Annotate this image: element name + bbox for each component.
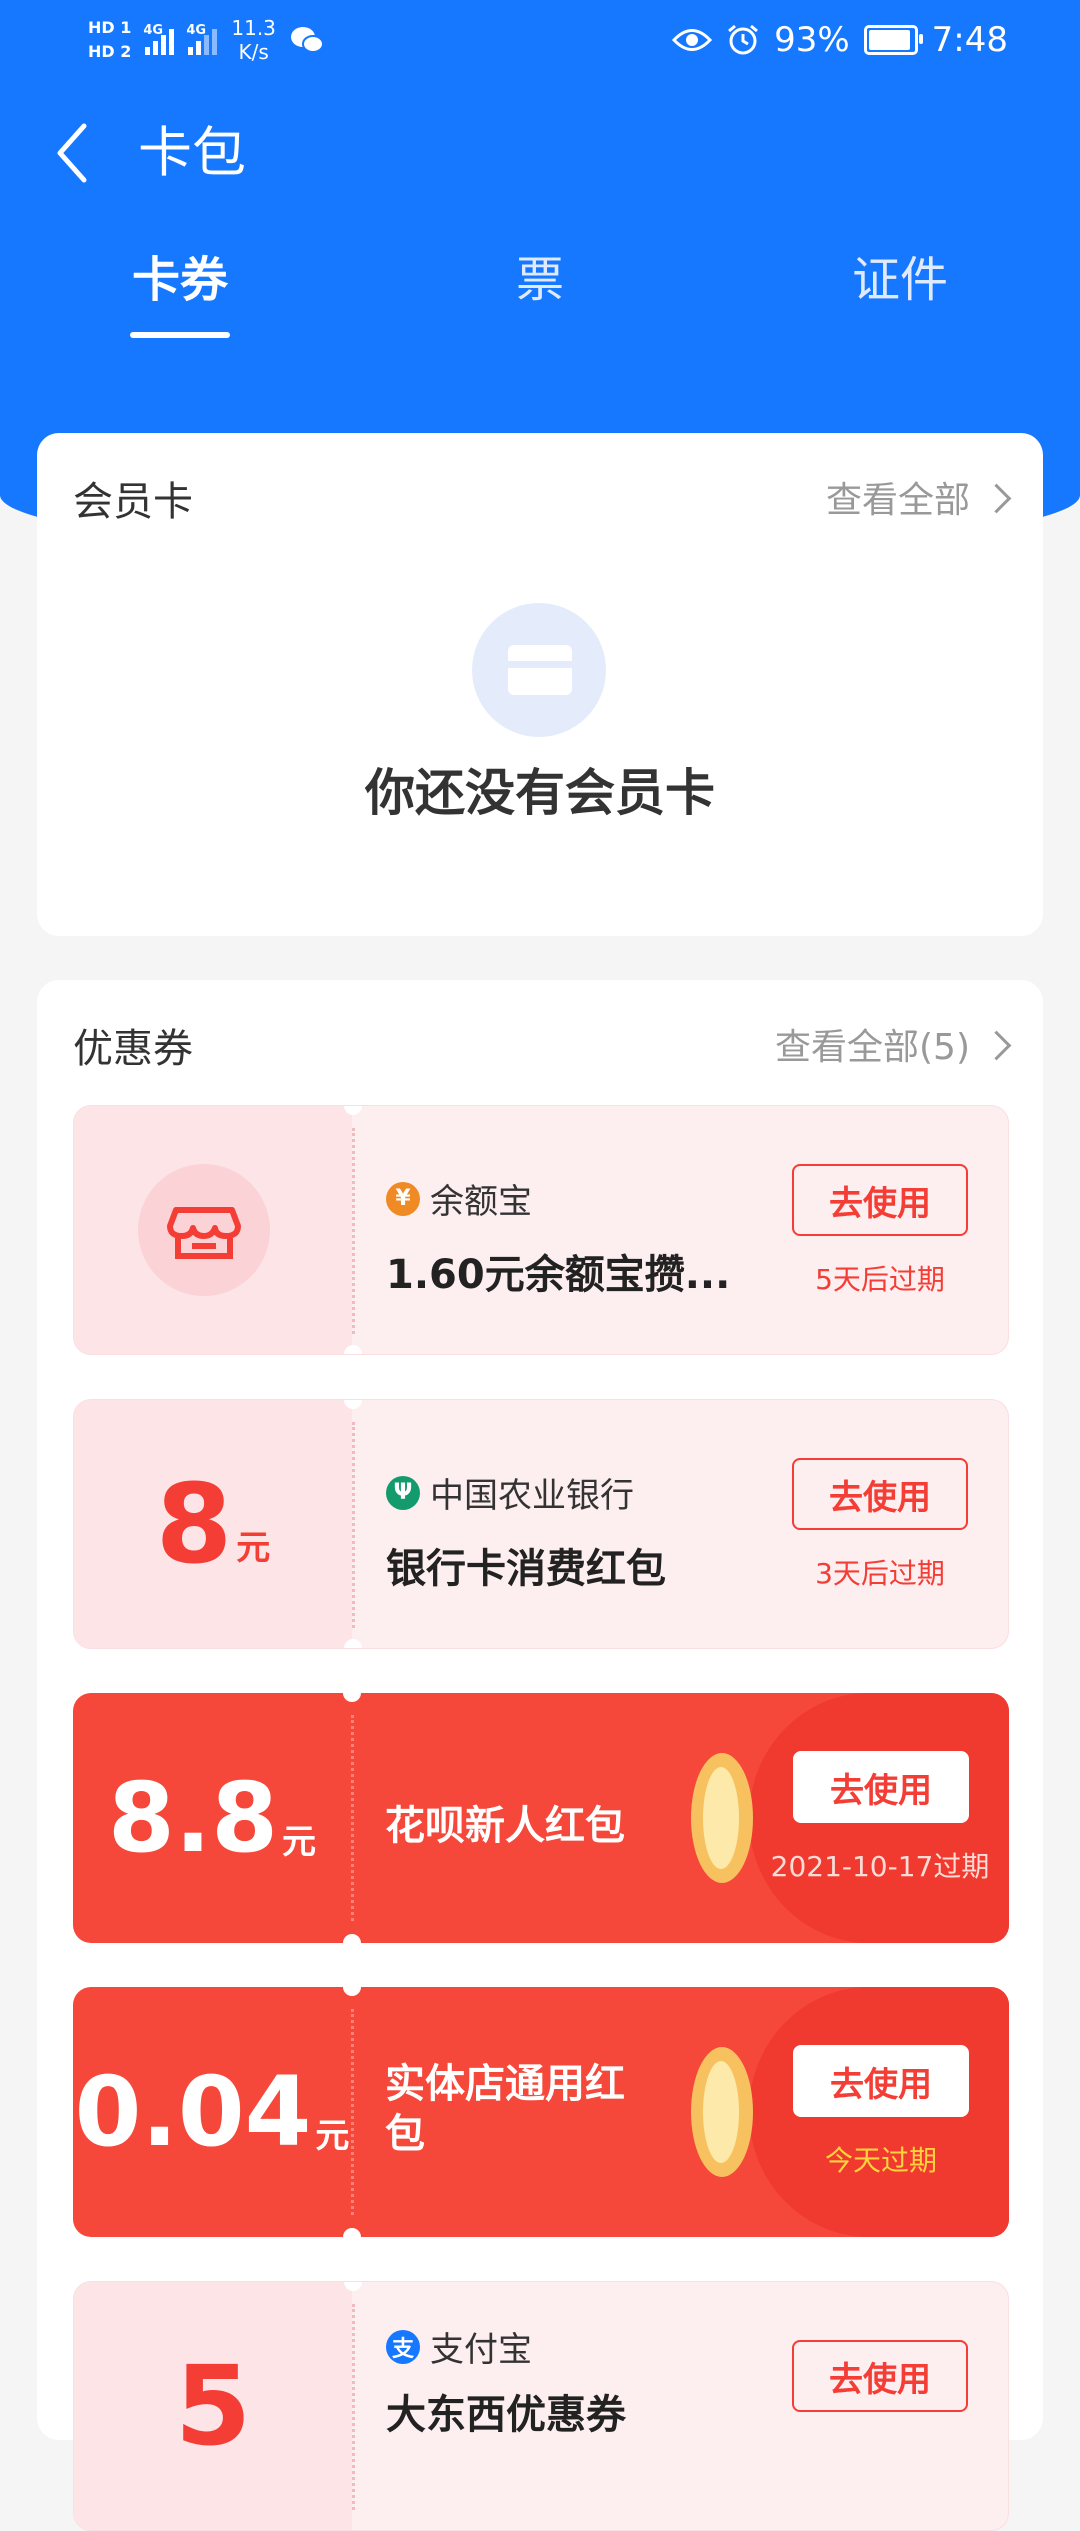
abc-bank-icon: Ψ xyxy=(386,1475,420,1510)
signal-icon: 4G xyxy=(143,23,175,55)
chevron-right-icon xyxy=(981,483,1012,513)
alipay-icon: 支 xyxy=(386,2329,420,2364)
brand-name: 中国农业银行 xyxy=(430,1476,634,1516)
member-card-see-all[interactable]: 查看全部 xyxy=(825,471,1012,523)
card-placeholder-icon xyxy=(472,603,606,737)
coupon-item[interactable]: 8 元 Ψ 中国农业银行 银行卡消费红包 去使用 3天后过期 xyxy=(73,1399,1009,1649)
amount-value: 0.04 xyxy=(74,2056,312,2168)
tab-documents[interactable]: 证件 xyxy=(852,245,948,315)
coupon-name-line2: 包 xyxy=(385,2111,425,2157)
status-left: HD 1 HD 2 4G 4G 11.3 K/s xyxy=(88,10,324,70)
coupon-name: 1.60元余额宝攒... xyxy=(386,1252,731,1298)
use-coupon-button[interactable]: 去使用 xyxy=(793,1751,969,1823)
clock: 7:48 xyxy=(931,20,1008,60)
coin-decoration-icon xyxy=(691,2047,753,2177)
hd-indicator: HD 1 HD 2 xyxy=(88,16,131,64)
member-card-title: 会员卡 xyxy=(73,479,193,525)
coupon-item[interactable]: 0.04 元 实体店通用红 包 去使用 今天过期 xyxy=(73,1987,1009,2237)
member-card-section: 会员卡 查看全部 你还没有会员卡 xyxy=(37,433,1043,936)
coupon-item[interactable]: 8.8 元 花呗新人红包 去使用 2021-10-17过期 xyxy=(73,1693,1009,1943)
expire-text: 5天后过期 xyxy=(815,1263,945,1296)
hd1-label: HD 1 xyxy=(88,18,132,37)
coupon-section: 优惠券 查看全部(5) ¥ 余额宝 1.60元余额宝攒... 去使用 5天后过期… xyxy=(37,980,1043,2531)
net1-label: 4G xyxy=(143,23,164,38)
expire-text: 今天过期 xyxy=(824,2144,937,2177)
coupon-item[interactable]: 5 支 支付宝 大东西优惠券 去使用 xyxy=(73,2281,1009,2531)
amount-value: 5 xyxy=(174,2342,252,2470)
coupon-amount: 0.04 元 xyxy=(73,1987,351,2237)
see-all-label: 查看全部(5) xyxy=(775,1027,970,1068)
brand-name: 余额宝 xyxy=(430,1182,532,1222)
coupon-amount: 8 元 xyxy=(74,1400,352,1648)
back-arrow-icon[interactable] xyxy=(50,118,94,188)
coupon-section-title: 优惠券 xyxy=(73,1026,193,1072)
use-coupon-button[interactable]: 去使用 xyxy=(792,1164,968,1236)
yuebao-icon: ¥ xyxy=(386,1181,420,1216)
network-speed: 11.3 K/s xyxy=(231,16,276,64)
tab-bar: 卡券 票 证件 xyxy=(0,245,1080,345)
coupon-name: 实体店通用红 包 xyxy=(385,2059,625,2159)
eye-icon xyxy=(672,29,713,51)
coupon-item[interactable]: ¥ 余额宝 1.60元余额宝攒... 去使用 5天后过期 xyxy=(73,1105,1009,1355)
alarm-icon xyxy=(728,24,759,55)
empty-member-card-text: 你还没有会员卡 xyxy=(365,764,715,822)
coupon-brand: ¥ 余额宝 xyxy=(386,1174,532,1223)
coupon-name-line1: 实体店通用红 xyxy=(385,2061,625,2107)
expire-text: 3天后过期 xyxy=(815,1557,945,1590)
use-coupon-button[interactable]: 去使用 xyxy=(792,1458,968,1530)
status-bar: HD 1 HD 2 4G 4G 11.3 K/s 93% 7:48 xyxy=(0,0,1080,80)
tab-tickets[interactable]: 票 xyxy=(516,245,564,315)
coupon-brand: Ψ 中国农业银行 xyxy=(386,1468,634,1517)
coupon-name: 大东西优惠券 xyxy=(386,2392,626,2438)
hd2-label: HD 2 xyxy=(88,42,132,61)
tab-coupons[interactable]: 卡券 xyxy=(132,245,228,315)
battery-icon xyxy=(863,25,923,55)
wechat-icon xyxy=(290,27,324,53)
amount-unit: 元 xyxy=(315,2115,350,2156)
page-title: 卡包 xyxy=(138,121,246,184)
battery-percent: 93% xyxy=(774,20,850,60)
coupon-amount: 8.8 元 xyxy=(73,1693,351,1943)
expire-text: 2021-10-17过期 xyxy=(770,1850,990,1883)
amount-value: 8.8 xyxy=(107,1762,279,1874)
coupon-brand: 支 支付宝 xyxy=(386,2322,532,2371)
use-coupon-button[interactable]: 去使用 xyxy=(792,2340,968,2412)
status-right: 93% 7:48 xyxy=(672,14,1008,66)
speed-unit: K/s xyxy=(238,40,269,64)
active-tab-indicator xyxy=(130,332,230,338)
see-all-label: 查看全部 xyxy=(825,480,970,521)
shop-icon xyxy=(138,1164,270,1296)
speed-value: 11.3 xyxy=(231,16,276,40)
coupon-name: 花呗新人红包 xyxy=(385,1803,625,1849)
amount-unit: 元 xyxy=(282,1821,317,1862)
coupon-amount: 5 xyxy=(74,2282,352,2530)
amount-value: 8 xyxy=(155,1460,233,1588)
amount-unit: 元 xyxy=(236,1527,271,1568)
brand-name: 支付宝 xyxy=(430,2330,532,2370)
coin-decoration-icon xyxy=(691,1753,753,1883)
signal-icon-2: 4G xyxy=(186,23,218,55)
use-coupon-button[interactable]: 去使用 xyxy=(793,2045,969,2117)
coupon-see-all[interactable]: 查看全部(5) xyxy=(775,1018,1012,1070)
coupon-name: 银行卡消费红包 xyxy=(386,1546,666,1592)
net2-label: 4G xyxy=(186,23,207,38)
chevron-right-icon xyxy=(981,1030,1012,1060)
